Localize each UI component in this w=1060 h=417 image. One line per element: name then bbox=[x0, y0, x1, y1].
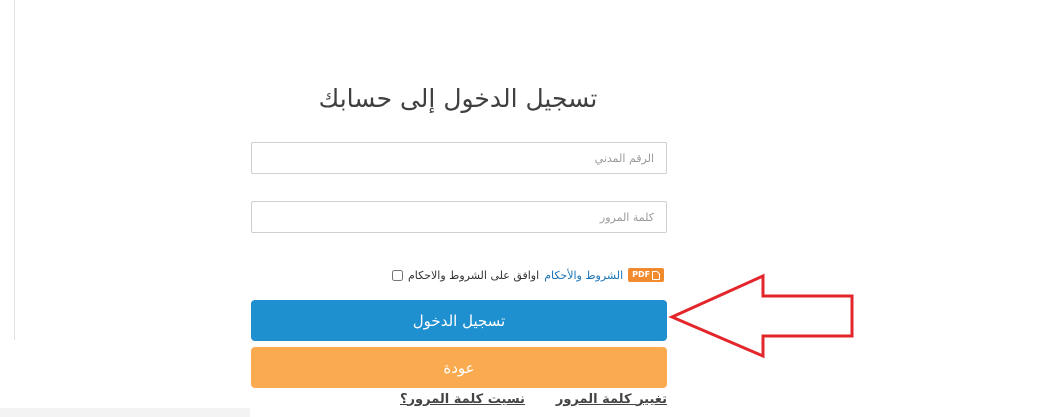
password-input[interactable] bbox=[251, 201, 667, 233]
page-title: تسجيل الدخول إلى حسابك bbox=[318, 84, 598, 113]
terms-agreement-row: اوافق على الشروط والاحكام الشروط والأحكا… bbox=[392, 266, 667, 284]
pdf-badge[interactable]: PDF bbox=[628, 268, 665, 282]
page-bottom-band bbox=[0, 408, 250, 417]
document-icon bbox=[652, 270, 661, 280]
login-button[interactable]: تسجيل الدخول bbox=[251, 300, 667, 341]
page-left-border bbox=[14, 0, 15, 340]
terms-checkbox[interactable] bbox=[392, 269, 403, 281]
pdf-badge-label: PDF bbox=[632, 270, 651, 279]
terms-link[interactable]: الشروط والأحكام bbox=[544, 269, 623, 282]
change-password-link[interactable]: تغيير كلمة المرور bbox=[556, 392, 667, 407]
back-button[interactable]: عودة bbox=[251, 347, 667, 388]
forgot-password-link[interactable]: نسيت كلمة المرور؟ bbox=[400, 392, 525, 407]
civil-id-input[interactable] bbox=[251, 142, 667, 174]
terms-label: اوافق على الشروط والاحكام bbox=[408, 268, 540, 282]
annotation-arrow-icon bbox=[668, 273, 854, 359]
account-links: تغيير كلمة المرور نسيت كلمة المرور؟ bbox=[400, 389, 667, 409]
